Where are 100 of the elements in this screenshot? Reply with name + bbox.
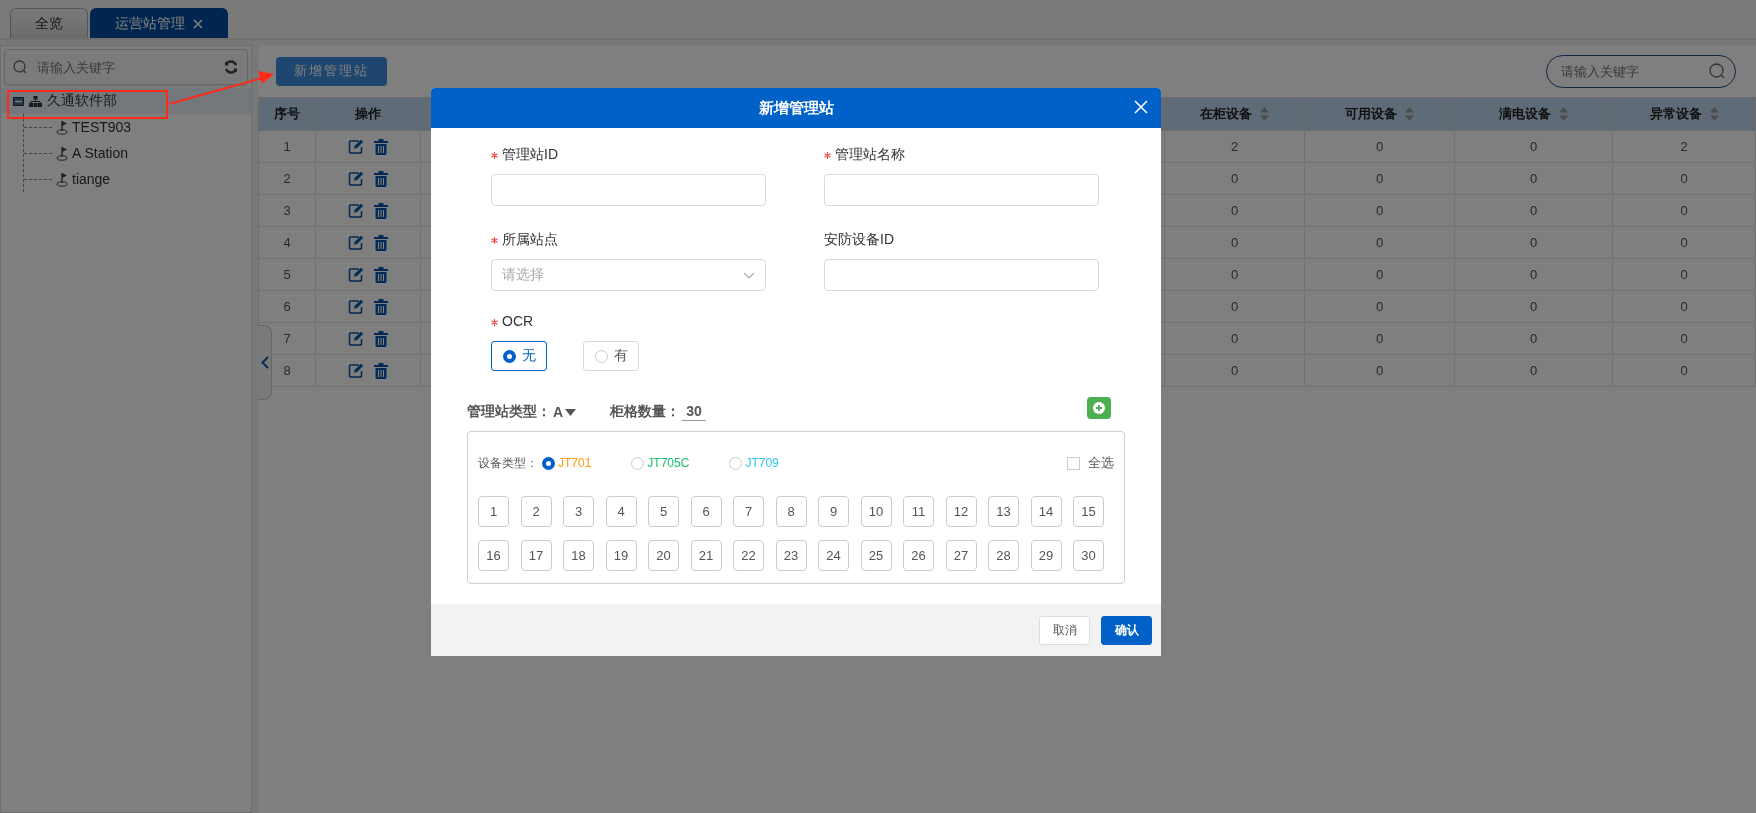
table-cell: 0 [1454,194,1613,227]
table-cell: 5 [258,258,316,291]
slot-button[interactable]: 30 [1073,540,1104,571]
slot-button[interactable]: 29 [1030,540,1062,571]
slot-button[interactable]: 10 [860,496,892,527]
trash-icon[interactable] [374,202,388,219]
slot-button[interactable]: 11 [903,496,934,527]
slot-button[interactable]: 20 [648,540,679,571]
input-field[interactable] [824,259,1099,291]
slot-button[interactable]: 22 [733,540,764,571]
table-cell: 0 [1164,290,1305,323]
table-cell: 3 [258,194,316,227]
field-value: A [553,404,564,420]
dialog-header: 新增管理站 [431,88,1161,128]
refresh-icon[interactable] [223,59,239,75]
trash-icon[interactable] [374,330,388,347]
slot-button[interactable]: 1 [478,496,509,527]
add-button[interactable] [1087,397,1111,419]
trash-icon[interactable] [374,266,388,283]
tree-label: 久通软件部 [47,92,117,110]
slot-button[interactable]: 18 [563,540,594,571]
edit-icon[interactable] [348,235,364,251]
radio-option[interactable]: 有 [583,341,639,371]
slot-button[interactable]: 14 [1030,496,1062,527]
slot-button[interactable]: 27 [945,540,977,571]
slot-button[interactable]: 25 [860,540,892,571]
search-icon[interactable] [1709,63,1725,79]
table-cell: 0 [1304,322,1455,355]
search-field[interactable]: 请输入关键字 [35,58,215,76]
table-cell: 0 [1304,130,1455,163]
edit-icon[interactable] [348,299,364,315]
tree-item[interactable]: A Station [24,140,251,166]
table-cell: 0 [1164,194,1305,227]
table-cell: 0 [1304,194,1455,227]
edit-icon[interactable] [348,139,364,155]
slot-button[interactable]: 3 [563,496,594,527]
input-field[interactable] [491,174,766,206]
slot-button[interactable]: 26 [903,540,934,571]
trash-icon[interactable] [374,234,388,251]
slot-button[interactable]: 17 [520,540,552,571]
checkbox[interactable]: 全选 [1067,454,1114,472]
field-label: 管理站ID [502,146,558,162]
table-cell: 0 [1454,162,1613,195]
close-button[interactable] [1133,100,1149,116]
table-cell: 0 [1304,354,1455,387]
slot-button[interactable]: 15 [1073,496,1104,527]
count-field[interactable]: 30 [682,403,706,421]
input-field[interactable] [824,174,1099,206]
slot-button[interactable]: 19 [605,540,637,571]
close-icon[interactable] [193,18,203,29]
slot-button[interactable]: 5 [648,496,679,527]
table-cell: 0 [1612,322,1756,355]
slot-button[interactable]: 9 [818,496,849,527]
table-cell: 2 [258,162,316,195]
slot-button[interactable]: 28 [988,540,1019,571]
flag-pin-icon [56,119,68,135]
slot-button[interactable]: 8 [775,496,807,527]
collapse-handle[interactable] [258,325,272,400]
radio-option[interactable]: 无 [491,341,547,371]
slot-button[interactable]: 13 [988,496,1019,527]
tab[interactable]: 全览 [10,8,88,38]
table-cell: 0 [1454,322,1613,355]
tree-item[interactable]: 久通软件部 [1,88,251,114]
table-cell: 0 [1612,354,1756,387]
collapse-icon[interactable] [13,96,24,106]
table-cell: 0 [1612,290,1756,323]
slot-button[interactable]: 6 [690,496,722,527]
slot-button[interactable]: 4 [605,496,637,527]
edit-icon[interactable] [348,171,364,187]
table-cell: 0 [1164,226,1305,259]
search-field[interactable]: 请输入关键字 [1559,62,1709,80]
table-cell: 0 [1612,162,1756,195]
slot-button[interactable]: 24 [818,540,849,571]
table-cell: 1 [258,130,316,163]
table-cell: 4 [258,226,316,259]
table-cell: 0 [1454,290,1613,323]
edit-icon[interactable] [348,363,364,379]
slot-button[interactable]: 2 [520,496,552,527]
flag-pin-icon [56,171,68,187]
slot-button[interactable]: 7 [733,496,764,527]
slot-button[interactable]: 21 [690,540,722,571]
confirm-button[interactable]: 确认 [1101,615,1152,645]
table-cell: 0 [1454,258,1613,291]
trash-icon[interactable] [374,362,388,379]
trash-icon[interactable] [374,298,388,315]
tab[interactable]: 运营站管理 [90,8,228,38]
caret-down-icon[interactable] [565,408,577,416]
tree-item[interactable]: tiange [24,166,251,192]
tree-item[interactable]: TEST903 [24,114,251,140]
edit-icon[interactable] [348,267,364,283]
chevron-down-icon [743,271,755,279]
edit-icon[interactable] [348,203,364,219]
slot-button[interactable]: 16 [478,540,509,571]
slot-button[interactable]: 23 [775,540,807,571]
trash-icon[interactable] [374,170,388,187]
cancel-button[interactable]: 取消 [1039,615,1090,645]
table-cell: 0 [1164,258,1305,291]
trash-icon[interactable] [374,138,388,155]
slot-button[interactable]: 12 [945,496,977,527]
edit-icon[interactable] [348,331,364,347]
